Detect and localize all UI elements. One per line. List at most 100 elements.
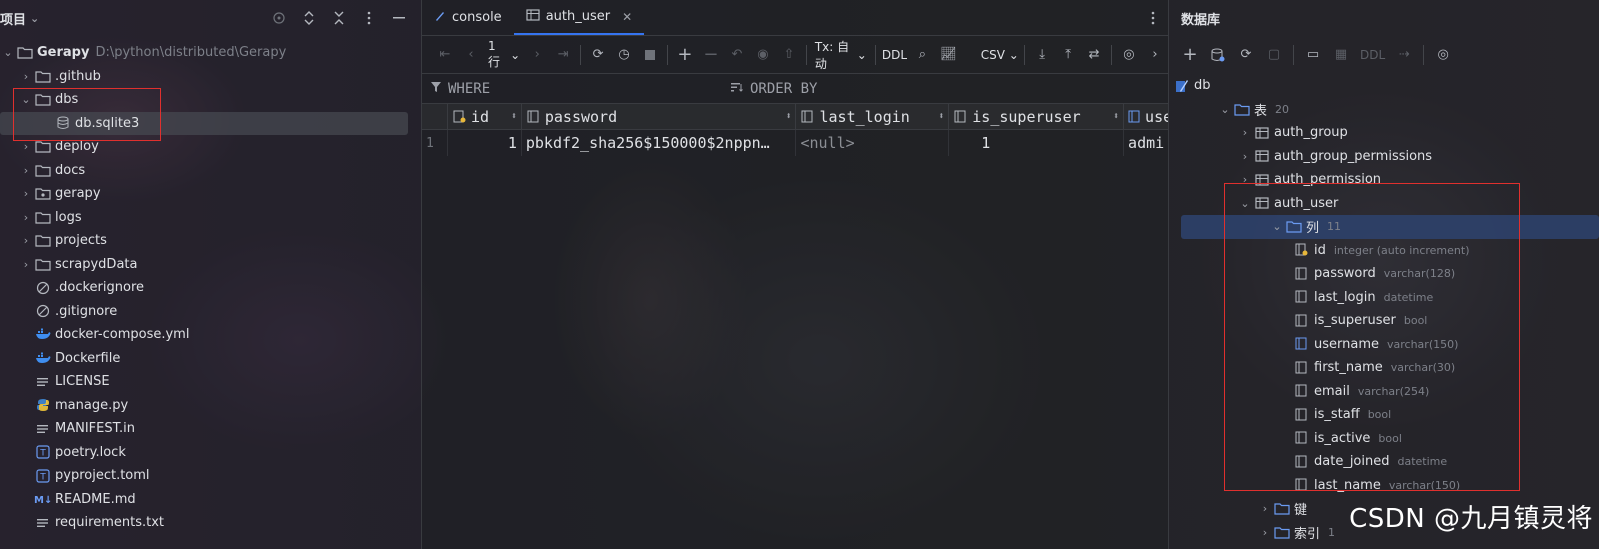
- tree-item-readme-md[interactable]: M↓ README.md: [0, 488, 421, 512]
- table-row[interactable]: 1 1 pbkdf2_sha256$150000$2nppn… <null> 1…: [422, 130, 1168, 156]
- tree-column-password[interactable]: password varchar(128): [1169, 262, 1599, 286]
- chevron-right-icon[interactable]: ›: [18, 234, 34, 247]
- export-format-dropdown[interactable]: CSV ⌄: [979, 43, 1020, 67]
- prev-page-icon[interactable]: ‹: [458, 43, 484, 67]
- stop-icon[interactable]: ▢: [1261, 43, 1287, 67]
- page-size-dropdown[interactable]: 1 行 ⌄: [484, 39, 524, 69]
- tree-item-deploy[interactable]: › deploy: [0, 135, 421, 159]
- locate-icon[interactable]: [271, 10, 287, 26]
- tree-columns-folder[interactable]: ⌄ 列 11: [1181, 215, 1599, 239]
- tree-item-gerapy[interactable]: › gerapy: [0, 182, 421, 206]
- tab-console[interactable]: console: [422, 0, 514, 35]
- tree-column-last-name[interactable]: last_name varchar(150): [1169, 474, 1599, 498]
- tree-table-auth-group[interactable]: › auth_group: [1169, 121, 1599, 145]
- collapse-all-icon[interactable]: [331, 10, 347, 26]
- cell-password[interactable]: pbkdf2_sha256$150000$2nppn…: [522, 130, 797, 156]
- tree-column-is-active[interactable]: is_active bool: [1169, 427, 1599, 451]
- tree-item-scrapyddata[interactable]: › scrapydData: [0, 253, 421, 277]
- last-page-icon[interactable]: ⇥: [550, 43, 576, 67]
- tree-item-docker-compose-yml[interactable]: docker-compose.yml: [0, 323, 421, 347]
- chevron-right-icon[interactable]: ›: [18, 211, 34, 224]
- data-source-properties-icon[interactable]: [1205, 43, 1231, 67]
- expand-all-icon[interactable]: [301, 10, 317, 26]
- stop-icon[interactable]: [637, 43, 663, 67]
- cell-last-login[interactable]: <null>: [796, 130, 950, 156]
- tree-column-username[interactable]: username varchar(150): [1169, 333, 1599, 357]
- ddl-button[interactable]: DDL: [880, 43, 910, 67]
- download-icon[interactable]: ⤓: [1029, 43, 1055, 67]
- add-row-icon[interactable]: +: [672, 43, 698, 67]
- submit-icon[interactable]: ⇧: [776, 43, 802, 67]
- tree-item-projects[interactable]: › projects: [0, 229, 421, 253]
- tree-column-is-superuser[interactable]: is_superuser bool: [1169, 309, 1599, 333]
- chevron-down-icon[interactable]: ⌄: [0, 46, 16, 59]
- chevron-down-icon[interactable]: ⌄: [1237, 197, 1253, 210]
- tree-column-last-login[interactable]: last_login datetime: [1169, 286, 1599, 310]
- tree-tables-folder[interactable]: ⌄ 表 20: [1169, 98, 1599, 122]
- console-icon[interactable]: ▭: [1300, 43, 1326, 67]
- chevron-right-icon[interactable]: ›: [1257, 502, 1273, 515]
- tree-item-manage-py[interactable]: manage.py: [0, 394, 421, 418]
- tree-item-gitignore[interactable]: .gitignore: [0, 300, 421, 324]
- next-page-icon[interactable]: ›: [524, 43, 550, 67]
- tree-item-dockerfile[interactable]: Dockerfile: [0, 347, 421, 371]
- tree-table-auth-user[interactable]: ⌄ auth_user: [1169, 192, 1599, 216]
- tree-db[interactable]: db: [1169, 74, 1599, 98]
- tree-item-pyproject-toml[interactable]: Tpyproject.toml: [0, 464, 421, 488]
- chevron-right-icon[interactable]: ›: [18, 187, 34, 200]
- tree-column-is-staff[interactable]: is_staff bool: [1169, 403, 1599, 427]
- tree-root-gerapy[interactable]: ⌄ Gerapy D:\python\distributed\Gerapy: [0, 41, 421, 65]
- tree-table-auth-permission[interactable]: › auth_permission: [1169, 168, 1599, 192]
- chevron-right-icon[interactable]: ›: [18, 258, 34, 271]
- delete-row-icon[interactable]: −: [698, 43, 724, 67]
- chevron-right-icon[interactable]: ›: [1237, 150, 1253, 163]
- sort-toggle-icon[interactable]: ⬍: [938, 111, 944, 122]
- project-title-dropdown[interactable]: 项目 ⌄: [0, 9, 39, 28]
- jump-icon[interactable]: ⇢: [1391, 43, 1417, 67]
- view-options-icon[interactable]: ◎: [1430, 43, 1456, 67]
- tab-auth-user[interactable]: auth_user ✕: [513, 0, 645, 35]
- new-icon[interactable]: +: [1177, 43, 1203, 67]
- more-options-icon[interactable]: [361, 10, 377, 26]
- first-page-icon[interactable]: ⇤: [432, 43, 458, 67]
- more-options-icon[interactable]: [1138, 0, 1168, 35]
- tree-item-requirements-txt[interactable]: requirements.txt: [0, 511, 421, 535]
- where-filter[interactable]: WHERE: [422, 81, 722, 97]
- tree-item-docs[interactable]: › docs: [0, 159, 421, 183]
- sort-toggle-icon[interactable]: ⬍: [511, 111, 517, 122]
- column-header-username[interactable]: use: [1124, 104, 1168, 130]
- column-header-id[interactable]: id ⬍: [448, 103, 522, 130]
- tree-item-dbs[interactable]: ⌄ dbs: [0, 88, 421, 112]
- ddl-button[interactable]: DDL: [1356, 43, 1389, 67]
- tree-item-dockerignore[interactable]: .dockerignore: [0, 276, 421, 300]
- revert-icon[interactable]: ↶: [724, 43, 750, 67]
- sort-toggle-icon[interactable]: ⬍: [1113, 111, 1119, 122]
- tree-item-license[interactable]: LICENSE: [0, 370, 421, 394]
- compare-icon[interactable]: ⇄: [1081, 43, 1107, 67]
- history-icon[interactable]: ◷: [611, 43, 637, 67]
- refresh-icon[interactable]: ⟳: [1233, 43, 1259, 67]
- chevron-right-icon[interactable]: ›: [18, 70, 34, 83]
- tree-item-github[interactable]: › .github: [0, 65, 421, 89]
- tree-column-first-name[interactable]: first_name varchar(30): [1169, 356, 1599, 380]
- tree-column-email[interactable]: email varchar(254): [1169, 380, 1599, 404]
- chart-icon[interactable]: 📈︎: [935, 43, 961, 67]
- chevron-down-icon[interactable]: ⌄: [1269, 220, 1285, 233]
- tree-item-manifest-in[interactable]: MANIFEST.in: [0, 417, 421, 441]
- column-header-password[interactable]: password ⬍: [522, 103, 797, 130]
- column-header-is-superuser[interactable]: is_superuser ⬍: [949, 103, 1125, 130]
- chevron-right-icon[interactable]: ›: [1237, 126, 1253, 139]
- search-icon[interactable]: ⌕: [909, 43, 935, 67]
- chevron-right-icon[interactable]: ›: [18, 164, 34, 177]
- more-toolbar-icon[interactable]: ›: [1142, 43, 1168, 67]
- tree-column-id[interactable]: id integer (auto increment): [1169, 239, 1599, 263]
- tree-item-db-sqlite3[interactable]: db.sqlite3: [0, 111, 408, 135]
- transaction-mode-dropdown[interactable]: Tx: 自动 ⌄: [811, 40, 871, 71]
- tree-item-poetry-lock[interactable]: Tpoetry.lock: [0, 441, 421, 465]
- chevron-down-icon[interactable]: ⌄: [18, 93, 34, 106]
- column-header-last-login[interactable]: last_login ⬍: [796, 103, 950, 130]
- tree-table-auth-group-permissions[interactable]: › auth_group_permissions: [1169, 145, 1599, 169]
- order-by-filter[interactable]: ORDER BY: [722, 81, 817, 97]
- close-tab-icon[interactable]: ✕: [622, 10, 632, 24]
- sort-toggle-icon[interactable]: ⬍: [785, 111, 791, 122]
